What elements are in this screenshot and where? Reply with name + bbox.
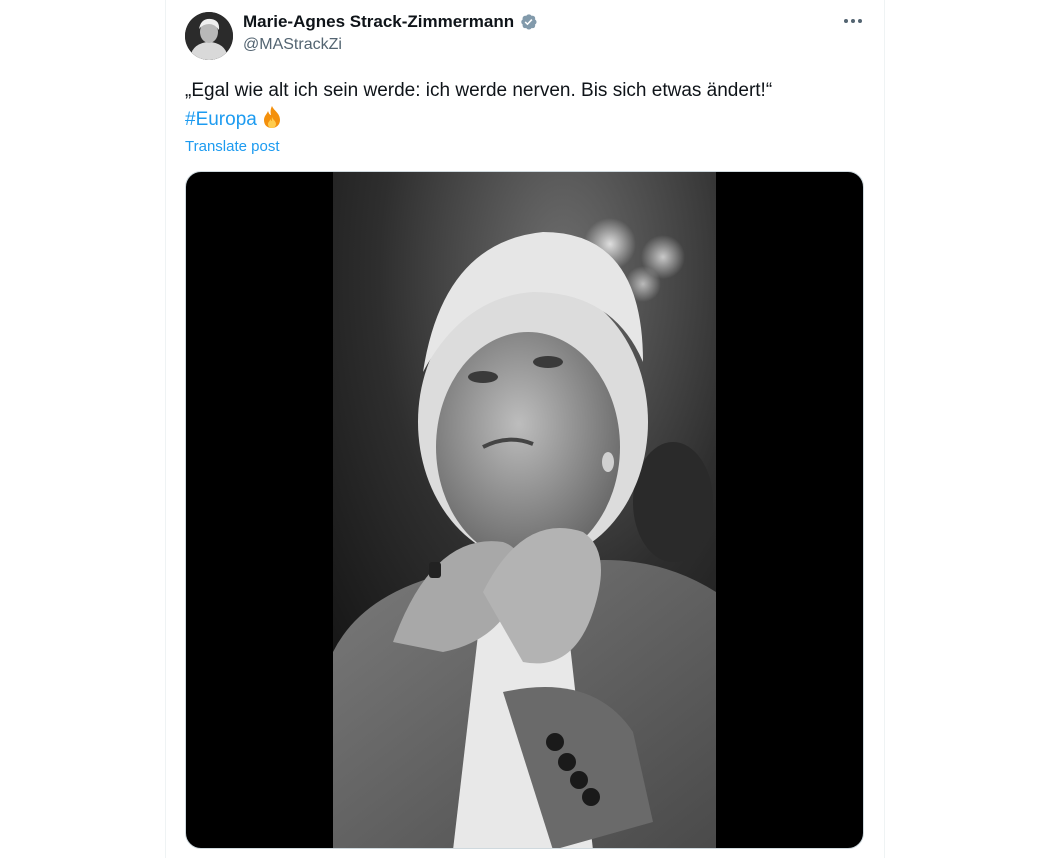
post-photo [333, 172, 716, 848]
author-handle[interactable]: @MAStrackZi [243, 36, 342, 54]
author-avatar[interactable] [185, 12, 233, 60]
post-text: „Egal wie alt ich sein werde: ich werde … [185, 80, 773, 101]
author-display-name[interactable]: Marie-Agnes Strack-Zimmermann [243, 12, 514, 32]
timeline-border-right [884, 0, 885, 858]
post-tags-line: #Europa [185, 105, 865, 138]
more-options-icon[interactable] [840, 8, 866, 34]
author-name-row[interactable]: Marie-Agnes Strack-Zimmermann [243, 12, 538, 32]
hashtag-link[interactable]: #Europa [185, 109, 257, 130]
translate-post-link[interactable]: Translate post [185, 138, 280, 155]
fire-emoji-icon [261, 105, 283, 138]
verified-badge-icon [521, 14, 537, 30]
post-body: „Egal wie alt ich sein werde: ich werde … [185, 77, 865, 138]
post-media[interactable] [185, 171, 864, 849]
timeline-border-left [165, 0, 166, 858]
